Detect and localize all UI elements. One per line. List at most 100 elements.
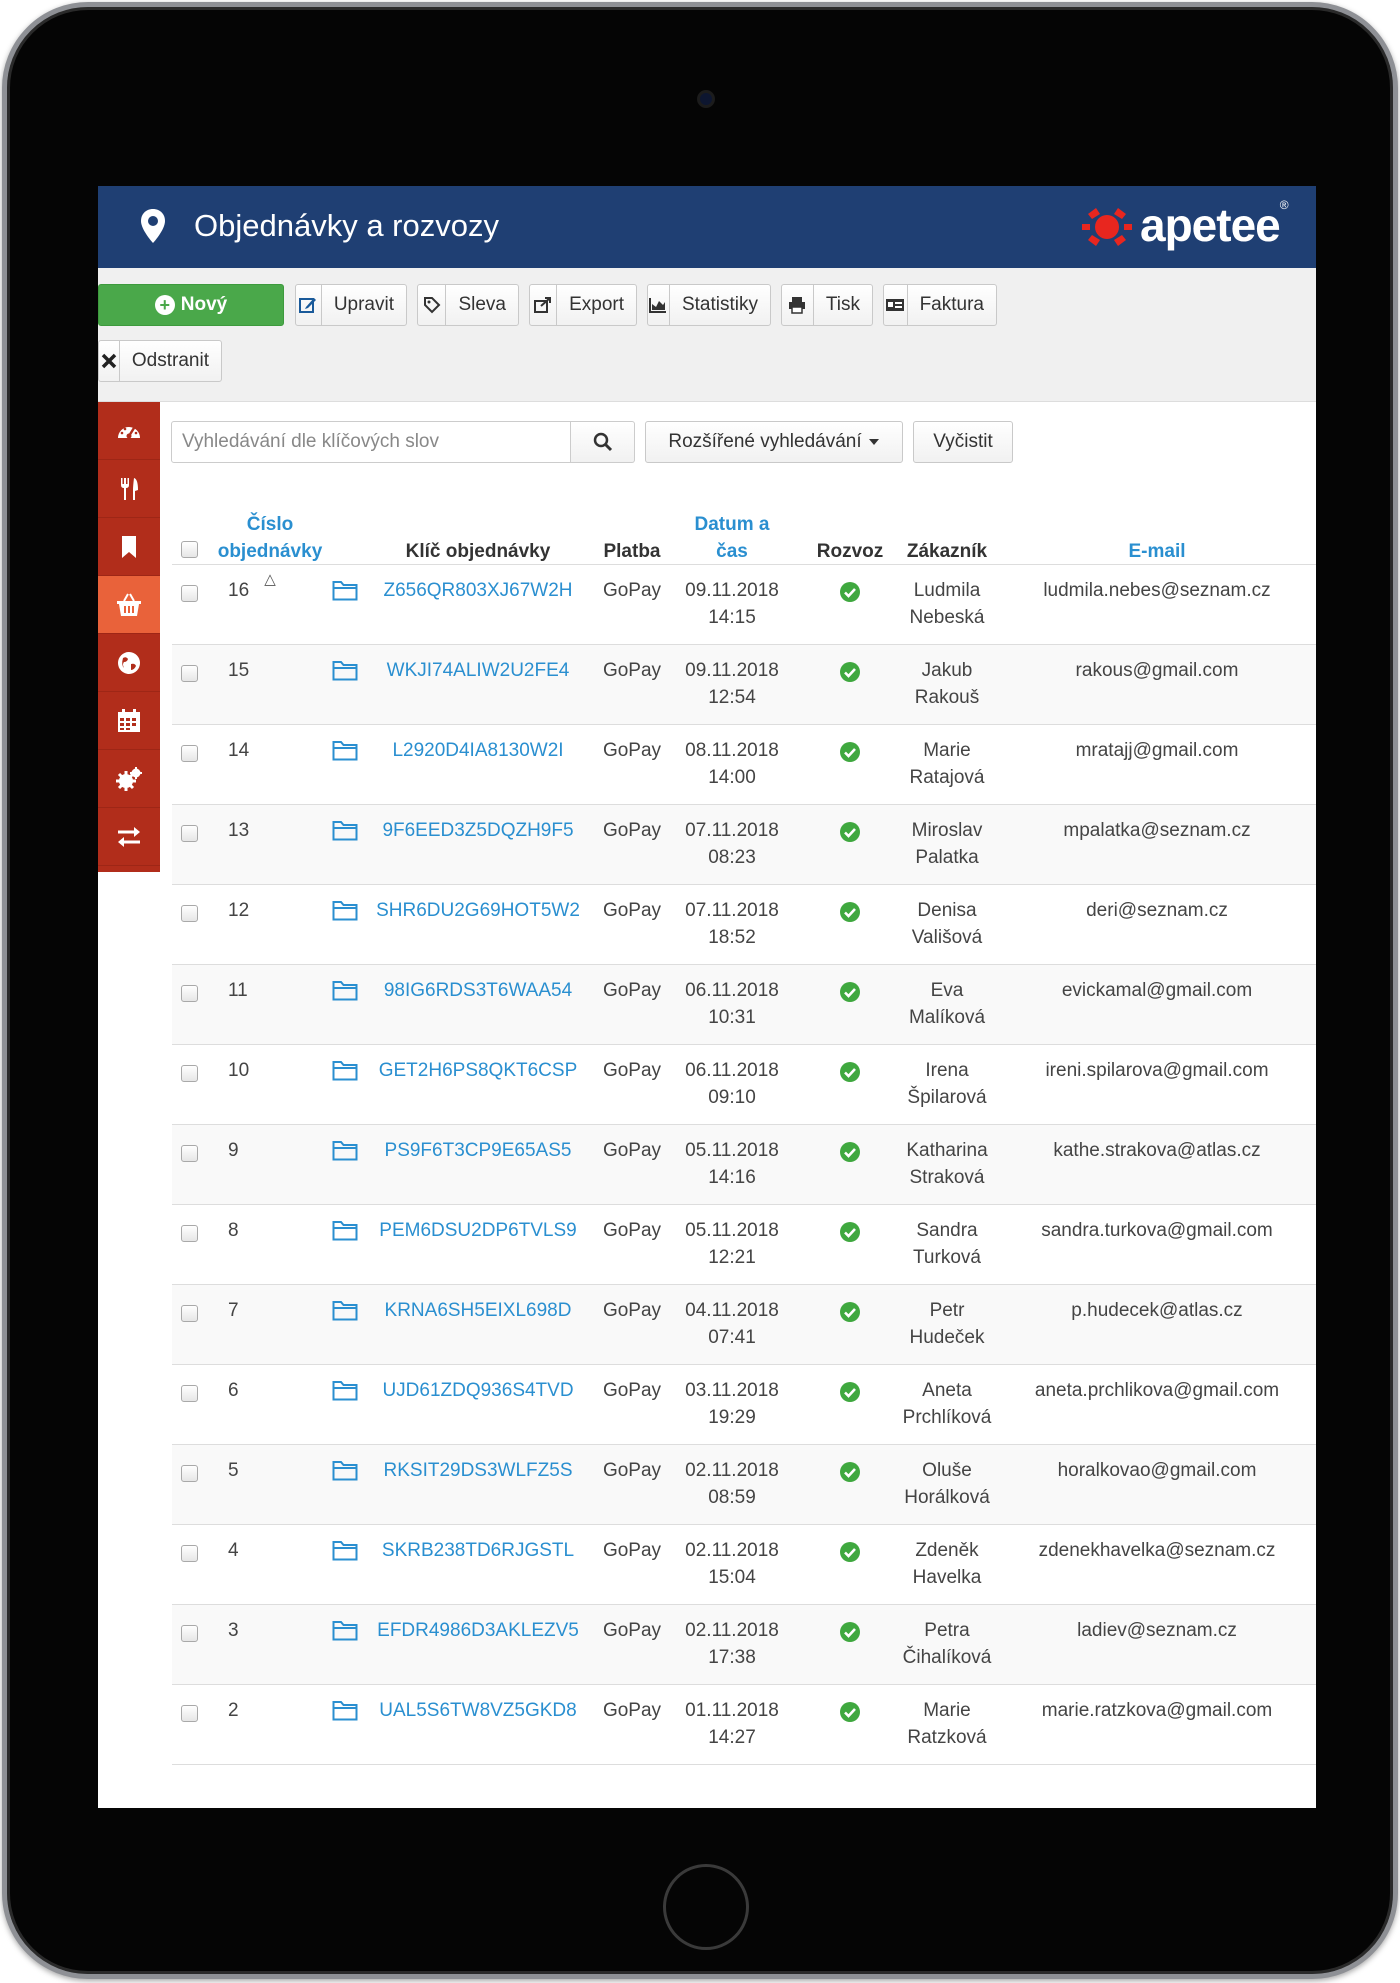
table-row[interactable]: 7 KRNA6SH5EIXL698D GoPay 04.11.2018 07:41 Pet… bbox=[172, 1285, 1316, 1365]
row-checkbox[interactable] bbox=[181, 1225, 198, 1242]
table-row[interactable]: 13 9F6EED3Z5DQZH9F5 GoPay 07.11.2018 08:23 Mi… bbox=[172, 805, 1316, 885]
order-key-link[interactable]: 98IG6RDS3T6WAA54 bbox=[368, 977, 588, 1004]
row-checkbox[interactable] bbox=[181, 585, 198, 602]
row-checkbox[interactable] bbox=[181, 985, 198, 1002]
customer-first-name: Zdeněk bbox=[915, 1540, 979, 1561]
table-row[interactable]: 8 PEM6DSU2DP6TVLS9 GoPay 05.11.2018 12:21 San… bbox=[172, 1205, 1316, 1285]
order-key-link[interactable]: KRNA6SH5EIXL698D bbox=[368, 1297, 588, 1324]
order-key-link[interactable]: UJD61ZDQ936S4TVD bbox=[368, 1377, 588, 1404]
table-row[interactable]: 6 UJD61ZDQ936S4TVD GoPay 03.11.2018 19:29 Ane… bbox=[172, 1365, 1316, 1445]
order-key-link[interactable]: PEM6DSU2DP6TVLS9 bbox=[368, 1217, 588, 1244]
delivery-check-icon bbox=[840, 1702, 860, 1722]
row-checkbox[interactable] bbox=[181, 1705, 198, 1722]
table-row[interactable]: 15 WKJI74ALIW2U2FE4 GoPay 09.11.2018 12:54 Ja… bbox=[172, 645, 1316, 725]
order-key-link[interactable]: RKSIT29DS3WLFZ5S bbox=[368, 1457, 588, 1484]
table-row[interactable]: 5 RKSIT29DS3WLFZ5S GoPay 02.11.2018 08:59 Olu… bbox=[172, 1445, 1316, 1525]
folder-icon[interactable] bbox=[332, 819, 358, 841]
folder-icon[interactable] bbox=[332, 579, 358, 601]
discount-button[interactable]: Sleva bbox=[417, 284, 519, 326]
order-key-link[interactable]: EFDR4986D3AKLEZV5 bbox=[368, 1617, 588, 1644]
delivery-check-icon bbox=[840, 982, 860, 1002]
statistics-button[interactable]: Statistiky bbox=[647, 284, 771, 326]
sidebar-item-dashboard[interactable] bbox=[98, 402, 160, 460]
customer-email: ireni.spilarova@gmail.com bbox=[1045, 1060, 1269, 1081]
row-checkbox[interactable] bbox=[181, 825, 198, 842]
apetee-logo[interactable]: apetee® bbox=[1080, 198, 1289, 258]
folder-icon[interactable] bbox=[332, 1459, 358, 1481]
row-checkbox[interactable] bbox=[181, 1305, 198, 1322]
sidebar-item-transfer[interactable] bbox=[98, 808, 160, 866]
order-key-link[interactable]: WKJI74ALIW2U2FE4 bbox=[368, 657, 588, 684]
column-email-header[interactable]: E-mail bbox=[1007, 538, 1307, 565]
table-row[interactable]: 9 PS9F6T3CP9E65AS5 GoPay 05.11.2018 14:16 Kat… bbox=[172, 1125, 1316, 1205]
folder-icon[interactable] bbox=[332, 1139, 358, 1161]
row-checkbox[interactable] bbox=[181, 1545, 198, 1562]
table-row[interactable]: 2 UAL5S6TW8VZ5GKD8 GoPay 01.11.2018 14:27 Mar… bbox=[172, 1685, 1316, 1765]
order-key-link[interactable]: L2920D4IA8130W2I bbox=[368, 737, 588, 764]
row-checkbox[interactable] bbox=[181, 905, 198, 922]
home-button[interactable] bbox=[663, 1864, 749, 1950]
table-row[interactable]: 12 SHR6DU2G69HOT5W2 GoPay 07.11.2018 18:52 De… bbox=[172, 885, 1316, 965]
row-checkbox[interactable] bbox=[181, 665, 198, 682]
table-row[interactable]: 11 98IG6RDS3T6WAA54 GoPay 06.11.2018 10:31 Ev… bbox=[172, 965, 1316, 1045]
folder-icon[interactable] bbox=[332, 1619, 358, 1641]
search-input[interactable] bbox=[171, 421, 571, 463]
advanced-search-button[interactable]: Rozšířené vyhledávání bbox=[645, 421, 903, 463]
sidebar-item-settings[interactable] bbox=[98, 750, 160, 808]
folder-icon[interactable] bbox=[332, 659, 358, 681]
sidebar-item-orders[interactable] bbox=[98, 576, 160, 634]
sidebar-item-bookmark[interactable] bbox=[98, 518, 160, 576]
sidebar bbox=[98, 402, 160, 872]
order-key-link[interactable]: 9F6EED3Z5DQZH9F5 bbox=[368, 817, 588, 844]
folder-icon[interactable] bbox=[332, 1299, 358, 1321]
folder-icon[interactable] bbox=[332, 1699, 358, 1721]
export-button[interactable]: Export bbox=[529, 284, 637, 326]
payment-method: GoPay bbox=[602, 980, 662, 1001]
folder-icon[interactable] bbox=[332, 1219, 358, 1241]
table-row[interactable]: 3 EFDR4986D3AKLEZV5 GoPay 02.11.2018 17:38 Pe… bbox=[172, 1605, 1316, 1685]
row-checkbox[interactable] bbox=[181, 745, 198, 762]
edit-button[interactable]: Upravit bbox=[295, 284, 407, 326]
order-key-link[interactable]: SHR6DU2G69HOT5W2 bbox=[368, 897, 588, 924]
folder-icon[interactable] bbox=[332, 1059, 358, 1081]
row-checkbox[interactable] bbox=[181, 1465, 198, 1482]
order-datetime: 08.11.2018 14:00 bbox=[677, 737, 787, 791]
customer-first-name: Marie bbox=[923, 740, 971, 761]
row-checkbox[interactable] bbox=[181, 1625, 198, 1642]
row-checkbox[interactable] bbox=[181, 1145, 198, 1162]
transfer-icon bbox=[118, 826, 140, 847]
select-all-checkbox[interactable] bbox=[181, 541, 198, 558]
order-time: 18:52 bbox=[708, 927, 756, 948]
column-date-header[interactable]: Datum a čas bbox=[677, 511, 787, 565]
clear-button[interactable]: Vyčistit bbox=[913, 421, 1013, 463]
sidebar-item-calendar[interactable] bbox=[98, 692, 160, 750]
row-checkbox[interactable] bbox=[181, 1385, 198, 1402]
folder-icon[interactable] bbox=[332, 1379, 358, 1401]
order-key-link[interactable]: PS9F6T3CP9E65AS5 bbox=[368, 1137, 588, 1164]
order-date: 03.11.2018 bbox=[685, 1380, 779, 1401]
close-icon bbox=[99, 341, 120, 381]
folder-icon[interactable] bbox=[332, 899, 358, 921]
table-row[interactable]: 14 L2920D4IA8130W2I GoPay 08.11.2018 14:00 Ma… bbox=[172, 725, 1316, 805]
customer-first-name: Sandra bbox=[916, 1220, 978, 1241]
row-checkbox[interactable] bbox=[181, 1065, 198, 1082]
print-button[interactable]: Tisk bbox=[781, 284, 873, 326]
order-key-link[interactable]: UAL5S6TW8VZ5GKD8 bbox=[368, 1697, 588, 1724]
print-button-label: Tisk bbox=[825, 294, 860, 315]
folder-icon[interactable] bbox=[332, 1539, 358, 1561]
invoice-button[interactable]: Faktura bbox=[883, 284, 997, 326]
table-row[interactable]: 16 Z656QR803XJ67W2H GoPay 09.11.2018 14:15 Lu… bbox=[172, 565, 1316, 645]
order-key-link[interactable]: Z656QR803XJ67W2H bbox=[368, 577, 588, 604]
folder-icon[interactable] bbox=[332, 739, 358, 761]
table-row[interactable]: 10 GET2H6PS8QKT6CSP GoPay 06.11.2018 09:10 Ir… bbox=[172, 1045, 1316, 1125]
table-row[interactable]: 4 SKRB238TD6RJGSTL GoPay 02.11.2018 15:04 Zde… bbox=[172, 1525, 1316, 1605]
order-key-link[interactable]: GET2H6PS8QKT6CSP bbox=[368, 1057, 588, 1084]
sidebar-item-globe[interactable] bbox=[98, 634, 160, 692]
order-key-link[interactable]: SKRB238TD6RJGSTL bbox=[368, 1537, 588, 1564]
delete-button[interactable]: Odstranit bbox=[98, 340, 222, 382]
customer-last-name: Hudeček bbox=[909, 1327, 985, 1348]
new-button[interactable]: + Nový bbox=[98, 284, 284, 326]
folder-icon[interactable] bbox=[332, 979, 358, 1001]
search-button[interactable] bbox=[571, 421, 635, 463]
sidebar-item-restaurant[interactable] bbox=[98, 460, 160, 518]
